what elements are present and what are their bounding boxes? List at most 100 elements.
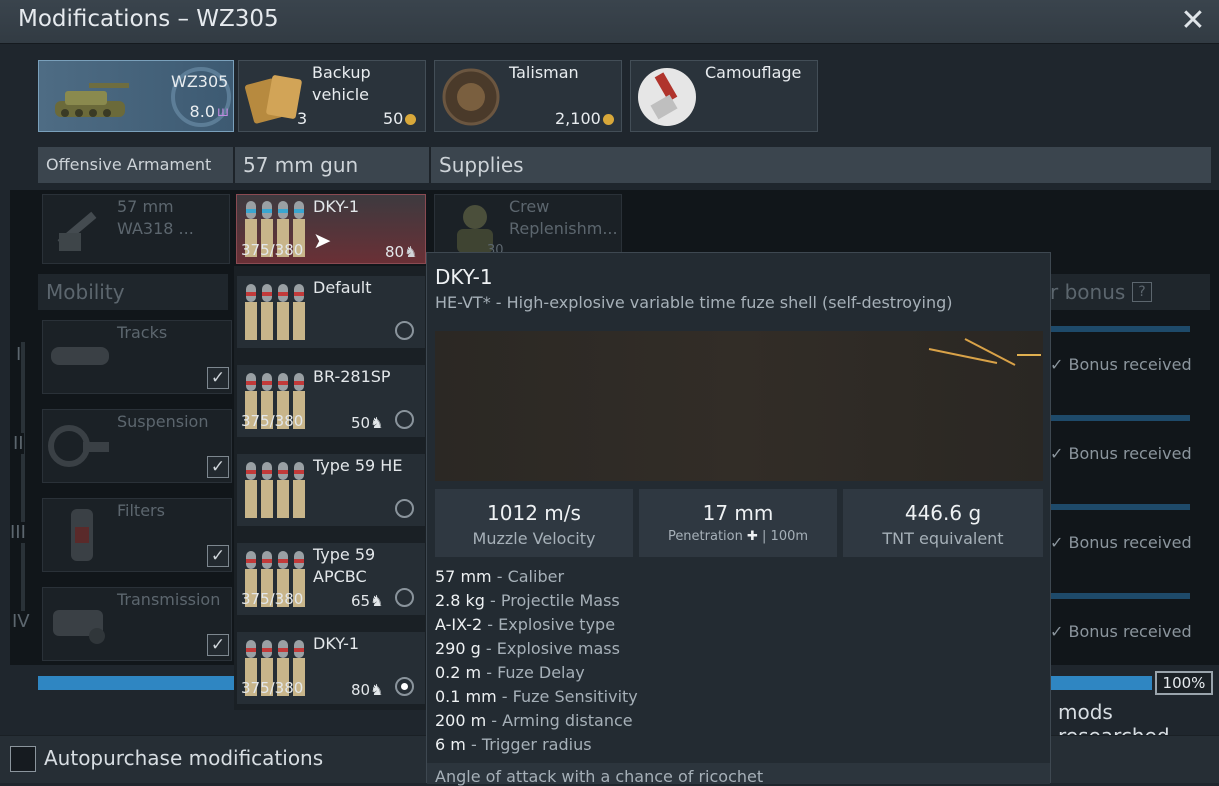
property-description: Arming distance xyxy=(502,711,633,730)
ammo-radio[interactable] xyxy=(395,677,414,696)
suspension-icon xyxy=(48,425,109,467)
property-description: Trigger radius xyxy=(481,735,592,754)
ammo-option[interactable]: Type 59 HE xyxy=(236,453,426,527)
talisman-card[interactable]: Talisman 2,100 xyxy=(434,60,622,132)
suspension-slot[interactable]: Suspension ✓ xyxy=(42,409,232,483)
transmission-slot[interactable]: Transmission ✓ xyxy=(42,587,232,661)
ammo-option[interactable]: DKY-1 375/380 80♞ xyxy=(236,631,426,705)
window-title: Modifications – WZ305 xyxy=(18,6,279,32)
property-separator: - xyxy=(484,591,501,610)
help-icon[interactable]: ? xyxy=(1132,282,1152,302)
tracks-slot[interactable]: Tracks ✓ xyxy=(42,320,232,394)
vehicle-card[interactable]: WZ305 8.0 ш xyxy=(38,60,234,132)
transmission-checkbox[interactable]: ✓ xyxy=(207,634,229,656)
offensive-armament-label: Offensive Armament xyxy=(46,155,212,174)
property-separator: - xyxy=(481,663,498,682)
shells-icon xyxy=(245,284,305,340)
tnt-value: 446.6 g xyxy=(904,501,982,525)
gun-slot[interactable]: 57 mm WA318 ... xyxy=(42,194,230,264)
property-separator: - xyxy=(496,687,513,706)
ammo-option-price: 65♞ xyxy=(351,592,384,610)
penetration-label: Penetration xyxy=(667,529,743,544)
ammo-option-count: 375/380 xyxy=(241,679,304,697)
tooltip-footer-bar: Angle of attack with a chance of ricoche… xyxy=(427,763,1050,786)
property-separator: - xyxy=(482,615,499,634)
bonus-bar-3 xyxy=(1050,504,1190,510)
shell-property: A-IX-2 - Explosive type xyxy=(435,613,615,637)
muzzle-velocity-label: Muzzle Velocity xyxy=(472,529,596,548)
tier-4: IV xyxy=(12,611,30,632)
camouflage-card[interactable]: Camouflage xyxy=(630,60,818,132)
filters-slot[interactable]: Filters ✓ xyxy=(42,498,232,572)
filters-checkbox[interactable]: ✓ xyxy=(207,545,229,567)
ammo-option[interactable]: Type 59 APCBC 375/380 65♞ xyxy=(236,542,426,616)
shells-icon xyxy=(245,462,305,518)
backup-count: 3 xyxy=(297,109,308,128)
mobility-label: Mobility xyxy=(46,280,125,304)
crew-label-line1: Crew xyxy=(509,197,550,216)
property-description: Caliber xyxy=(507,567,565,586)
ammo-option-count: 375/380 xyxy=(241,412,304,430)
tooltip-footer: Angle of attack with a chance of ricoche… xyxy=(435,767,764,786)
backup-label-line1: Backup xyxy=(312,63,371,82)
ammo-option[interactable]: Default xyxy=(236,275,426,349)
tier-column: I II III IV xyxy=(10,322,34,642)
tier-arrow-line xyxy=(21,342,25,632)
bonus-received-1: ✓ Bonus received xyxy=(1050,355,1192,374)
tracks-checkbox[interactable]: ✓ xyxy=(207,367,229,389)
golden-eagle-icon xyxy=(602,114,614,125)
shell-property: 0.2 m - Fuze Delay xyxy=(435,661,585,685)
autopurchase-label[interactable]: Autopurchase modifications xyxy=(44,746,323,770)
bonus-bar-4 xyxy=(1050,593,1190,599)
mouse-cursor-icon: ➤ xyxy=(313,229,332,254)
filters-label: Filters xyxy=(117,501,165,520)
talisman-price: 2,100 xyxy=(555,109,614,128)
selected-ammo-label: DKY-1 xyxy=(313,197,360,216)
bonus-bar-1 xyxy=(1050,326,1190,332)
ammo-radio[interactable] xyxy=(395,499,414,518)
gun-header: 57 mm gun xyxy=(235,147,431,183)
ammo-option-label: Type 59 HE xyxy=(313,456,403,475)
ammo-option-label: BR-281SP xyxy=(313,367,391,386)
tracks-icon xyxy=(51,347,109,365)
bonus-header-label: r bonus xyxy=(1050,280,1126,304)
tooltip-subtitle: HE-VT* - High-explosive variable time fu… xyxy=(435,293,953,312)
property-separator: - xyxy=(491,567,508,586)
penetration-value: 17 mm xyxy=(702,501,774,525)
armor-icon: ✚ xyxy=(747,529,758,544)
selected-ammo-slot[interactable]: DKY-1 375/380 80♞ ➤ xyxy=(236,194,426,264)
talisman-label: Talisman xyxy=(509,63,579,82)
offensive-armament-header: Offensive Armament xyxy=(38,147,235,183)
shell-property: 57 mm - Caliber xyxy=(435,565,564,589)
backup-vehicle-card[interactable]: Backup vehicle 3 50 xyxy=(238,60,426,132)
supplies-header-label: Supplies xyxy=(439,153,524,177)
ammo-radio[interactable] xyxy=(395,410,414,429)
camouflage-label: Camouflage xyxy=(705,63,802,82)
close-icon[interactable]: ✕ xyxy=(1175,4,1211,40)
property-separator: - xyxy=(486,711,503,730)
tracer-streaks-icon xyxy=(928,338,1041,366)
muzzle-velocity-box: 1012 m/s Muzzle Velocity xyxy=(435,489,633,557)
ammo-option-label: Type 59 APCBC xyxy=(313,545,376,586)
shell-property: 200 m - Arming distance xyxy=(435,709,633,733)
suspension-checkbox[interactable]: ✓ xyxy=(207,456,229,478)
property-description: Projectile Mass xyxy=(500,591,620,610)
tnt-box: 446.6 g TNT equivalent xyxy=(843,489,1043,557)
autopurchase-checkbox[interactable] xyxy=(10,746,36,772)
backup-price: 50 xyxy=(383,109,417,128)
property-value: 6 m xyxy=(435,735,466,754)
property-value: 200 m xyxy=(435,711,487,730)
crew-replenishment-slot[interactable]: Crew Replenishm... 30 xyxy=(434,194,622,258)
ammo-radio[interactable] xyxy=(395,588,414,607)
research-percent: 100% xyxy=(1155,671,1213,695)
property-value: A-IX-2 xyxy=(435,615,483,634)
tank-icon xyxy=(55,83,129,117)
ammo-radio[interactable] xyxy=(395,321,414,340)
ammo-option[interactable]: BR-281SP 375/380 50♞ xyxy=(236,364,426,438)
penetration-label-row: Penetration ✚ | 100m xyxy=(639,529,837,544)
paintbrush-icon xyxy=(638,68,696,126)
tier-1: I xyxy=(16,344,22,365)
penetration-distance: | 100m xyxy=(762,529,809,544)
rank-icon: ш xyxy=(217,105,229,120)
crew-label-line2: Replenishm... xyxy=(509,219,618,238)
